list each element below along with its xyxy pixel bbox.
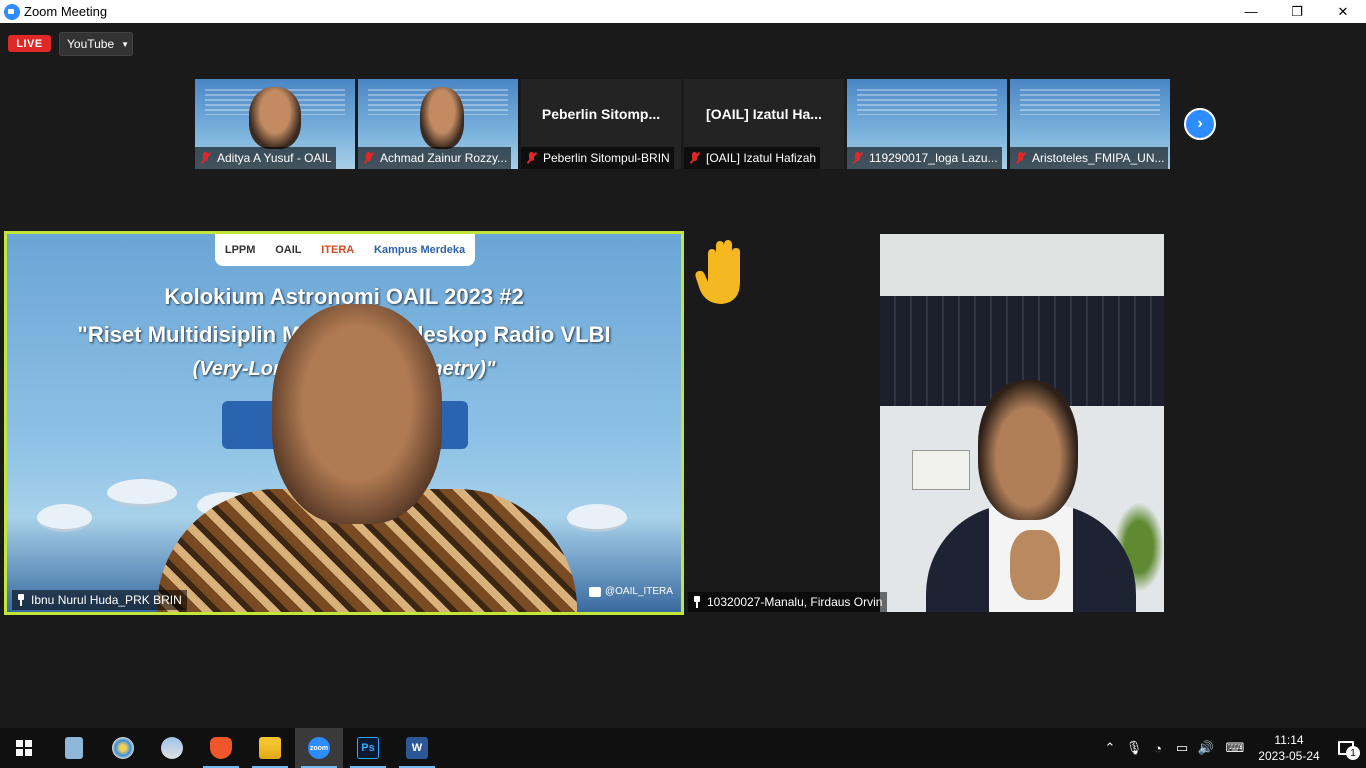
mic-muted-icon [688,152,702,164]
pin-icon [693,596,701,608]
mic-muted-icon [851,152,865,164]
taskbar-paint[interactable] [99,728,147,768]
mic-muted-icon [525,152,539,164]
participant-display-name: [OAIL] Izatul Ha... [706,106,822,122]
notification-count: 1 [1346,746,1360,760]
participant-tile[interactable]: Aristoteles_FMIPA_UN... [1010,79,1170,169]
word-icon: W [406,737,428,759]
caret-down-icon: ▼ [121,39,130,49]
gallery-next-button[interactable]: › [1184,108,1216,140]
taskbar-photoshop[interactable]: Ps [344,728,392,768]
window-titlebar: Zoom Meeting — ❐ ✕ [0,0,1366,23]
windows-taskbar: zoom Ps W ⌃ 🎙 ◔ ▭ 🔊 ⌨ 11:14 2023-05-24 1 [0,728,1366,768]
brave-icon [210,737,232,759]
active-speaker-video[interactable]: LPPM OAIL ITERA Kampus Merdeka Kolokium … [4,231,684,615]
window-title: Zoom Meeting [24,4,108,19]
mic-muted-icon [1014,152,1028,164]
taskbar-cloud-app[interactable] [148,728,196,768]
taskbar-brave[interactable] [197,728,245,768]
participant-camera [880,234,1164,612]
clock[interactable]: 11:14 2023-05-24 [1252,732,1326,764]
clock-date: 2023-05-24 [1258,749,1320,763]
windows-icon [16,740,32,756]
taskbar-notepad[interactable] [50,728,98,768]
stream-target-label: YouTube [67,37,115,51]
participant-name-tag: 10320027-Manalu, Firdaus Orvin [688,592,888,612]
participant-name-label: Achmad Zainur Rozzy... [358,147,512,169]
cloud-icon [161,737,183,759]
participant-tile[interactable]: Achmad Zainur Rozzy... [358,79,518,169]
participant-name-label: Aditya A Yusuf - OAIL [195,147,336,169]
participant-tile[interactable]: Peberlin Sitomp... Peberlin Sitompul-BRI… [521,79,681,169]
battery-icon[interactable]: ▭ [1170,740,1194,756]
start-button[interactable] [0,728,48,768]
participant-name-label: Peberlin Sitompul-BRIN [521,147,674,169]
folder-icon [259,737,281,759]
logo-itera: ITERA [321,244,355,256]
zoom-icon: zoom [308,737,330,759]
zoom-app-icon [4,3,20,20]
chevron-up-icon[interactable]: ⌃ [1098,740,1122,756]
taskbar-word[interactable]: W [393,728,441,768]
minimize-button[interactable]: — [1228,0,1274,23]
wifi-icon[interactable]: ◔ [1146,741,1170,756]
slide-social-handle: @OAIL_ITERA [589,586,673,597]
logo-oail: OAIL [275,244,302,256]
participant-name-label: [OAIL] Izatul Hafizah [684,147,821,169]
notification-button[interactable]: 1 [1326,728,1366,768]
taskbar-file-explorer[interactable] [246,728,294,768]
meeting-area: LIVE YouTube ▼ Aditya A Yusuf - OAIL Ach… [0,23,1366,728]
notepad-icon [65,737,83,759]
volume-icon[interactable]: 🔊 [1194,740,1218,756]
system-tray: ⌃ 🎙 ◔ ▭ 🔊 ⌨ 11:14 2023-05-24 1 [1098,728,1366,768]
pin-icon [17,594,25,606]
mic-muted-icon [199,152,213,164]
taskbar-zoom[interactable]: zoom [295,728,343,768]
chevron-right-icon: › [1197,115,1203,132]
speaker-name-tag: Ibnu Nurul Huda_PRK BRIN [12,590,187,610]
participant-tile[interactable]: Aditya A Yusuf - OAIL [195,79,355,169]
raised-hand-icon [695,240,740,304]
close-button[interactable]: ✕ [1320,0,1366,23]
participant-tile[interactable]: [OAIL] Izatul Ha... [OAIL] Izatul Hafiza… [684,79,844,169]
speaker-person [157,304,577,612]
keyboard-icon[interactable]: ⌨ [1218,740,1252,756]
mic-muted-icon [362,152,376,164]
second-participant-video[interactable]: 10320027-Manalu, Firdaus Orvin [686,234,1358,612]
gallery-strip: Aditya A Yusuf - OAIL Achmad Zainur Rozz… [195,79,1170,169]
clock-time: 11:14 [1274,733,1304,747]
logo-lppm: LPPM [224,244,256,256]
slide-logo-bar: LPPM OAIL ITERA Kampus Merdeka [215,234,475,266]
paint-icon [112,737,134,759]
stream-target-dropdown[interactable]: YouTube ▼ [59,32,133,56]
live-badge[interactable]: LIVE [8,35,51,52]
restore-button[interactable]: ❐ [1274,0,1320,23]
participant-name-label: Aristoteles_FMIPA_UN... [1010,147,1169,169]
logo-kampus-merdeka: Kampus Merdeka [374,244,466,256]
participant-display-name: Peberlin Sitomp... [541,106,661,122]
window-controls: — ❐ ✕ [1228,0,1366,23]
radio-dish [37,504,92,532]
photoshop-icon: Ps [357,737,379,759]
participant-name-label: 119290017_Ioga Lazu... [847,147,1002,169]
participant-tile[interactable]: 119290017_Ioga Lazu... [847,79,1007,169]
microphone-icon[interactable]: 🎙 [1122,740,1146,756]
twitter-icon [589,586,601,597]
